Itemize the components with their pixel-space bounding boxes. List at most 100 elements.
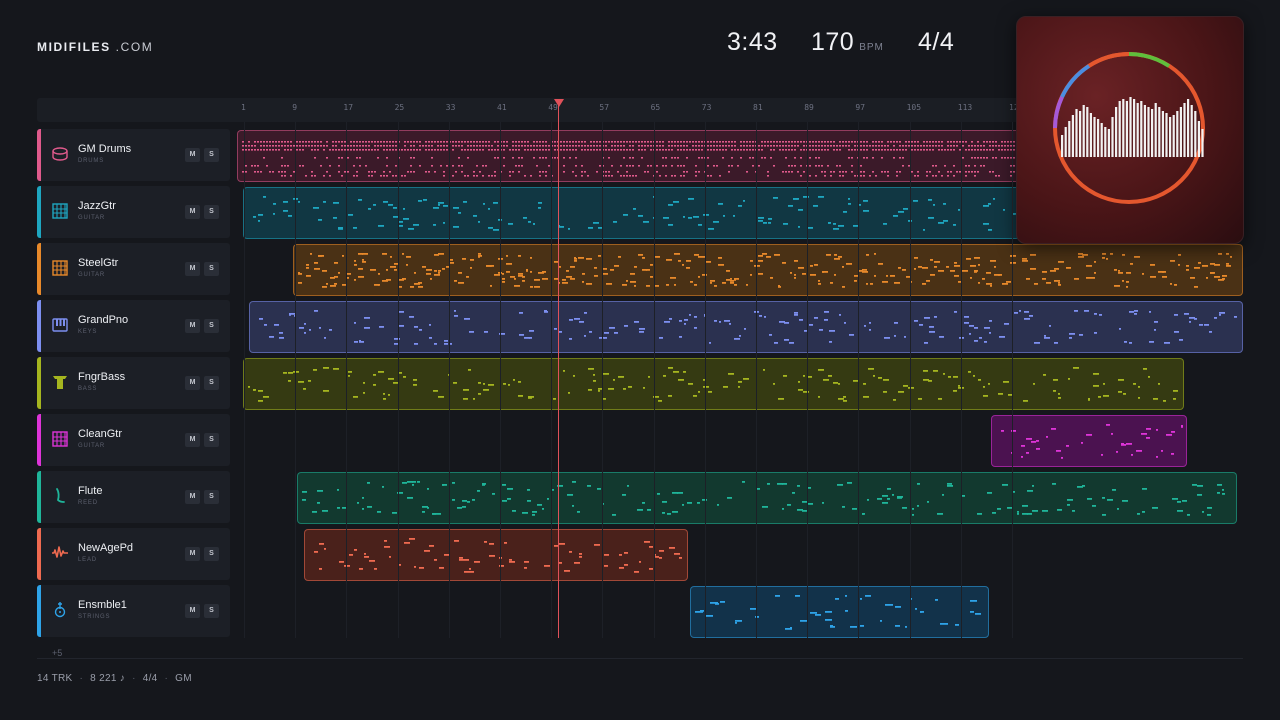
ruler-tick: 57 [599, 103, 610, 112]
track-color-bar [37, 357, 41, 409]
track-color-bar [37, 528, 41, 580]
visualizer-ring-red [1087, 52, 1130, 68]
track-type: DRUMS [78, 158, 104, 164]
footer-meter: 4/4 [142, 673, 158, 684]
track-type: BASS [78, 386, 98, 392]
mute-button[interactable]: M [185, 148, 200, 162]
ruler-tick: 105 [906, 103, 922, 112]
track-color-bar [37, 300, 41, 352]
grid-line [704, 122, 706, 638]
solo-button[interactable]: S [204, 490, 219, 504]
ruler-tick: 41 [497, 103, 507, 112]
mute-button[interactable]: M [185, 490, 200, 504]
midi-clip[interactable] [297, 472, 1237, 524]
footer-summary: 14 TRK · 8 221 ♪ · 4/4 · GM [37, 673, 192, 684]
ruler-tick: 33 [445, 103, 456, 112]
note-pattern [253, 196, 1018, 231]
midi-clip[interactable] [690, 586, 989, 638]
grid-line [397, 122, 399, 638]
track-type: KEYS [78, 329, 98, 335]
track-name: Flute [78, 485, 103, 497]
track-name: SteelGtr [78, 257, 119, 269]
solo-button[interactable]: S [204, 376, 219, 390]
violin-icon [51, 601, 69, 619]
track-header-cleangtr[interactable]: CleanGtr GUITAR M S [37, 414, 230, 466]
track-header-gm-drums[interactable]: GM Drums DRUMS M S [37, 129, 230, 181]
grid-line [960, 122, 962, 638]
solo-button[interactable]: S [204, 262, 219, 276]
track-header-jazzgtr[interactable]: JazzGtr GUITAR M S [37, 186, 230, 238]
solo-button[interactable]: S [204, 604, 219, 618]
visualizer-bars [1061, 97, 1204, 157]
ruler-tick: 65 [650, 103, 661, 112]
mute-button[interactable]: M [185, 376, 200, 390]
grid-line [807, 122, 809, 638]
midi-clip[interactable] [293, 244, 1243, 296]
mute-button[interactable]: M [185, 547, 200, 561]
track-type: REED [78, 500, 98, 506]
track-header-fngrbass[interactable]: FngrBass BASS M S [37, 357, 230, 409]
album-art-visualizer[interactable] [1016, 16, 1244, 244]
ruler-tick: 97 [855, 103, 866, 112]
solo-button[interactable]: S [204, 433, 219, 447]
track-type: GUITAR [78, 215, 106, 221]
track-header-flute[interactable]: Flute REED M S [37, 471, 230, 523]
grid-line [602, 122, 604, 638]
playhead-marker[interactable] [554, 99, 564, 107]
grid-line [295, 122, 297, 638]
playhead-line[interactable] [558, 104, 559, 638]
midi-clip[interactable] [304, 529, 688, 581]
midi-clip[interactable] [991, 415, 1187, 467]
track-color-bar [37, 186, 41, 238]
midi-clip[interactable] [243, 187, 1020, 239]
grid-line [244, 122, 245, 638]
track-name: Ensmble1 [78, 599, 127, 611]
track-color-bar [37, 585, 41, 637]
track-type: GUITAR [78, 443, 106, 449]
ruler-tick: 1 [241, 103, 246, 112]
midi-clip[interactable] [243, 358, 1184, 410]
midi-clip[interactable] [237, 130, 1020, 182]
track-color-bar [37, 243, 41, 295]
guitar-icon [51, 259, 69, 277]
mute-button[interactable]: M [185, 604, 200, 618]
mute-button[interactable]: M [185, 262, 200, 276]
track-color-bar [37, 471, 41, 523]
mute-button[interactable]: M [185, 205, 200, 219]
track-header-ensmble1[interactable]: Ensmble1 STRINGS M S [37, 585, 230, 637]
guitar-icon [51, 430, 69, 448]
track-header-grandpno[interactable]: GrandPno KEYS M S [37, 300, 230, 352]
grid-line [756, 122, 757, 638]
ruler-tick: 17 [343, 103, 354, 112]
tempo-value: 170 [811, 28, 855, 56]
note-pattern [242, 141, 1015, 177]
track-name: JazzGtr [78, 200, 116, 212]
visualizer-ring-purple [1053, 96, 1064, 129]
drum-icon [51, 145, 69, 163]
mute-button[interactable]: M [185, 319, 200, 333]
solo-button[interactable]: S [204, 205, 219, 219]
track-header-newagepd[interactable]: NewAgePd LEAD M S [37, 528, 230, 580]
grid-line [448, 122, 450, 638]
track-name: GM Drums [78, 143, 132, 155]
site-logo[interactable]: MIDIFILES .COM [37, 40, 153, 54]
more-tracks-indicator[interactable]: +5 [52, 648, 62, 658]
track-header-steelgtr[interactable]: SteelGtr GUITAR M S [37, 243, 230, 295]
visualizer-svg [1053, 52, 1205, 204]
track-name: GrandPno [78, 314, 129, 326]
note-pattern [302, 481, 1225, 516]
grid-line [500, 122, 501, 638]
ruler-tick: 9 [292, 103, 298, 112]
flute-icon [51, 487, 69, 505]
footer-divider [37, 658, 1243, 659]
tempo-unit: BPM [859, 42, 884, 53]
solo-button[interactable]: S [204, 148, 219, 162]
logo-main: MIDIFILES [37, 40, 111, 54]
solo-button[interactable]: S [204, 319, 219, 333]
grid-line [1012, 122, 1013, 638]
mute-button[interactable]: M [185, 433, 200, 447]
track-name: CleanGtr [78, 428, 123, 440]
note-pattern [248, 367, 1178, 402]
solo-button[interactable]: S [204, 547, 219, 561]
footer-note-count: 8 221 ♪ [90, 673, 126, 684]
